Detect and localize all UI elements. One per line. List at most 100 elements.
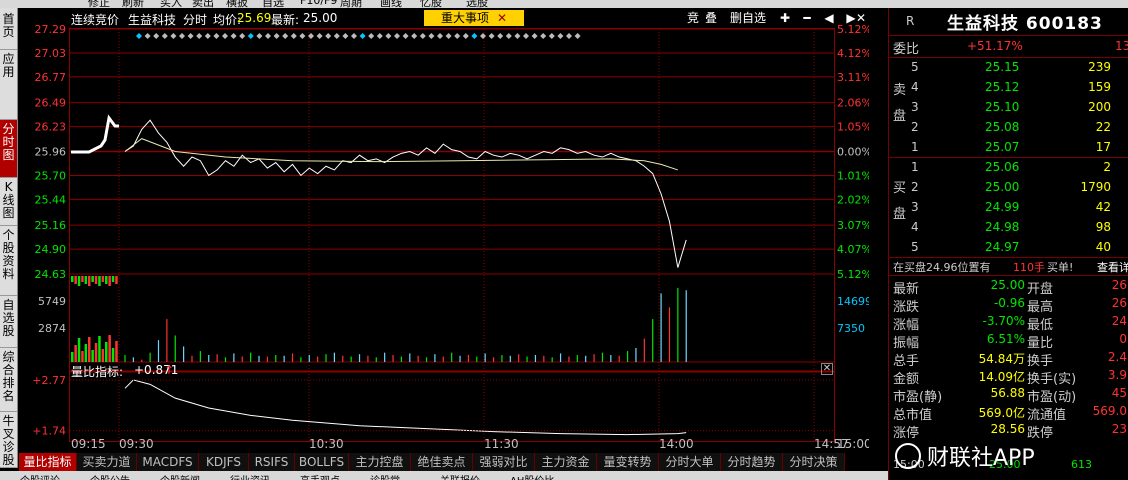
toolbar-button-4[interactable]: ━: [799, 11, 815, 26]
order-price: 25.07: [985, 140, 1020, 154]
divider: [889, 35, 1128, 36]
top-menu-item[interactable]: 周期: [340, 0, 362, 8]
top-menu-item[interactable]: F10/F9: [300, 0, 337, 7]
stat-row: 振幅 6.51% 量比 0: [889, 331, 1128, 351]
toolbar-button-1[interactable]: 叠: [703, 11, 719, 26]
info-strip-item[interactable]: AH股价比: [510, 472, 554, 480]
info-strip-item[interactable]: 行业资讯: [230, 472, 270, 480]
time-tick-label: 10:30: [309, 437, 344, 451]
indicator-tab-2[interactable]: MACDFS: [137, 453, 199, 471]
order-level: 3: [911, 200, 919, 214]
top-menu-item[interactable]: 横扳: [226, 0, 248, 8]
auction-volume-bar: [91, 350, 94, 362]
toolbar-button-2[interactable]: 删自选: [723, 11, 773, 26]
buys-row: 1 25.06 2: [889, 158, 1128, 178]
indicator-tab-13[interactable]: 分时决策: [783, 453, 845, 471]
info-strip-item[interactable]: 个股公告: [90, 472, 130, 480]
order-level: 1: [911, 140, 919, 154]
indicator-tab-6[interactable]: 主力控盘: [349, 453, 411, 471]
ratio-up-arrow-icon: ↑: [164, 363, 175, 377]
indicator-tab-10[interactable]: 量变转势: [597, 453, 659, 471]
indicator-tab-5[interactable]: BOLLFS: [295, 453, 349, 471]
info-strip-item[interactable]: 个股新闻: [160, 472, 200, 480]
pct-tick-label: 4.12%: [837, 47, 869, 60]
top-menu-item[interactable]: 选股: [466, 0, 488, 8]
pct-tick-label: 4.07%: [837, 243, 869, 256]
left-tab-2[interactable]: 分时图: [0, 120, 17, 178]
price-tick-label: 25.16: [35, 219, 67, 232]
price-tick-label: 25.70: [35, 169, 67, 182]
order-notice: 在买盘24.96位置有: [893, 261, 991, 274]
stat-value: -0.96: [993, 296, 1025, 310]
pct-tick-label: 3.07%: [837, 219, 869, 232]
auction-bar: [77, 276, 81, 286]
order-price: 25.06: [985, 160, 1020, 174]
indicator-tab-4[interactable]: RSIFS: [249, 453, 295, 471]
info-strip-item[interactable]: 高手观点: [300, 472, 340, 480]
top-menu-item[interactable]: 修正: [88, 0, 110, 8]
indicator-tab-11[interactable]: 分时大单: [659, 453, 721, 471]
close-icon[interactable]: ✕: [497, 11, 507, 25]
stat-row: 最新 25.00 开盘 26: [889, 277, 1128, 297]
left-tab-1[interactable]: 应用: [0, 50, 17, 120]
left-tab-3[interactable]: K线图: [0, 178, 17, 226]
order-volume: 17: [1095, 140, 1111, 154]
top-menu-item[interactable]: 刷新: [122, 0, 144, 8]
indicator-tab-1[interactable]: 买卖力道: [77, 453, 137, 471]
left-tab-5[interactable]: 自选股: [0, 296, 17, 348]
auction-volume-bar: [84, 344, 88, 362]
info-strip-item[interactable]: 个股评论: [20, 472, 60, 480]
toolbar-button-0[interactable]: 竞: [685, 11, 701, 26]
intraday-chart[interactable]: 27.29 5.12% 27.03 4.12% 26.77 3.11% 26.49 2.06%…: [19, 8, 869, 453]
info-strip-item[interactable]: 诊股堂: [370, 472, 400, 480]
auction-bar: [91, 276, 94, 282]
left-tab-7[interactable]: 牛叉诊股: [0, 412, 17, 468]
order-ratio-label: 委比: [893, 42, 920, 57]
indicator-tab-0[interactable]: 量比指标: [19, 453, 77, 471]
top-menu-item[interactable]: 自选: [262, 0, 284, 8]
top-menu-item[interactable]: 忆股: [420, 0, 442, 8]
indicator-tab-3[interactable]: KDJFS: [199, 453, 249, 471]
auction-volume-bar: [111, 348, 115, 362]
toolbar-button-5[interactable]: ◀: [821, 11, 837, 26]
stat-value: 2.4: [1107, 350, 1127, 364]
top-menu-item[interactable]: 画线: [380, 0, 402, 8]
auction-volume-bar: [88, 337, 91, 362]
top-menu-item[interactable]: 卖出: [192, 0, 214, 8]
indicator-tab-8[interactable]: 强弱对比: [473, 453, 535, 471]
close-panel-button[interactable]: ✕: [821, 363, 833, 375]
chart-canvas[interactable]: 27.29 5.12% 27.03 4.12% 26.77 3.11% 26.49 2.06%…: [19, 8, 869, 453]
watermark: 财联社APP: [895, 440, 1128, 474]
info-strip-item[interactable]: 关联报价: [440, 472, 480, 480]
buys-row: 2 25.00 1790: [889, 178, 1128, 198]
price-tick-label: 24.63: [35, 268, 67, 281]
left-tab-6[interactable]: 综合排名: [0, 348, 17, 412]
price-tick-label: 25.96: [35, 146, 67, 159]
major-events-label: 重大事项: [440, 11, 489, 25]
stat-row: 涨幅 -3.70% 最低 24: [889, 313, 1128, 333]
indicator-tab-9[interactable]: 主力资金: [535, 453, 597, 471]
price-tick-label: 24.90: [35, 243, 67, 256]
order-price: 25.15: [985, 60, 1020, 74]
view-details-link[interactable]: 查看详: [1097, 259, 1128, 275]
toolbar-button-7[interactable]: ✕: [853, 11, 869, 26]
stat-value: 54.84万: [978, 352, 1025, 366]
order-price: 25.00: [985, 180, 1020, 194]
order-volume: 1790: [1080, 180, 1111, 194]
top-menu-item[interactable]: 买入: [160, 0, 182, 8]
chart-background: [19, 8, 869, 453]
major-events-button[interactable]: 重大事项 ✕: [424, 10, 524, 26]
stat-value: 3.9: [1107, 368, 1127, 382]
indicator-tab-7[interactable]: 绝佳卖点: [411, 453, 473, 471]
ratio-indicator-label: 量比指标:: [71, 365, 124, 379]
toolbar-button-3[interactable]: ✚: [777, 11, 793, 26]
left-tab-0[interactable]: 首页: [0, 10, 17, 50]
stat-value: 26: [1111, 278, 1127, 292]
sells-row: 1 25.07 17: [889, 138, 1128, 158]
left-tab-4[interactable]: 个股资料: [0, 226, 17, 296]
indicator-tab-12[interactable]: 分时趋势: [721, 453, 783, 471]
auction-bar: [101, 276, 105, 282]
stat-label: 跌停: [1027, 426, 1054, 441]
order-volume: 200: [1088, 100, 1111, 114]
pct-tick-label: 0.00%: [837, 146, 869, 159]
